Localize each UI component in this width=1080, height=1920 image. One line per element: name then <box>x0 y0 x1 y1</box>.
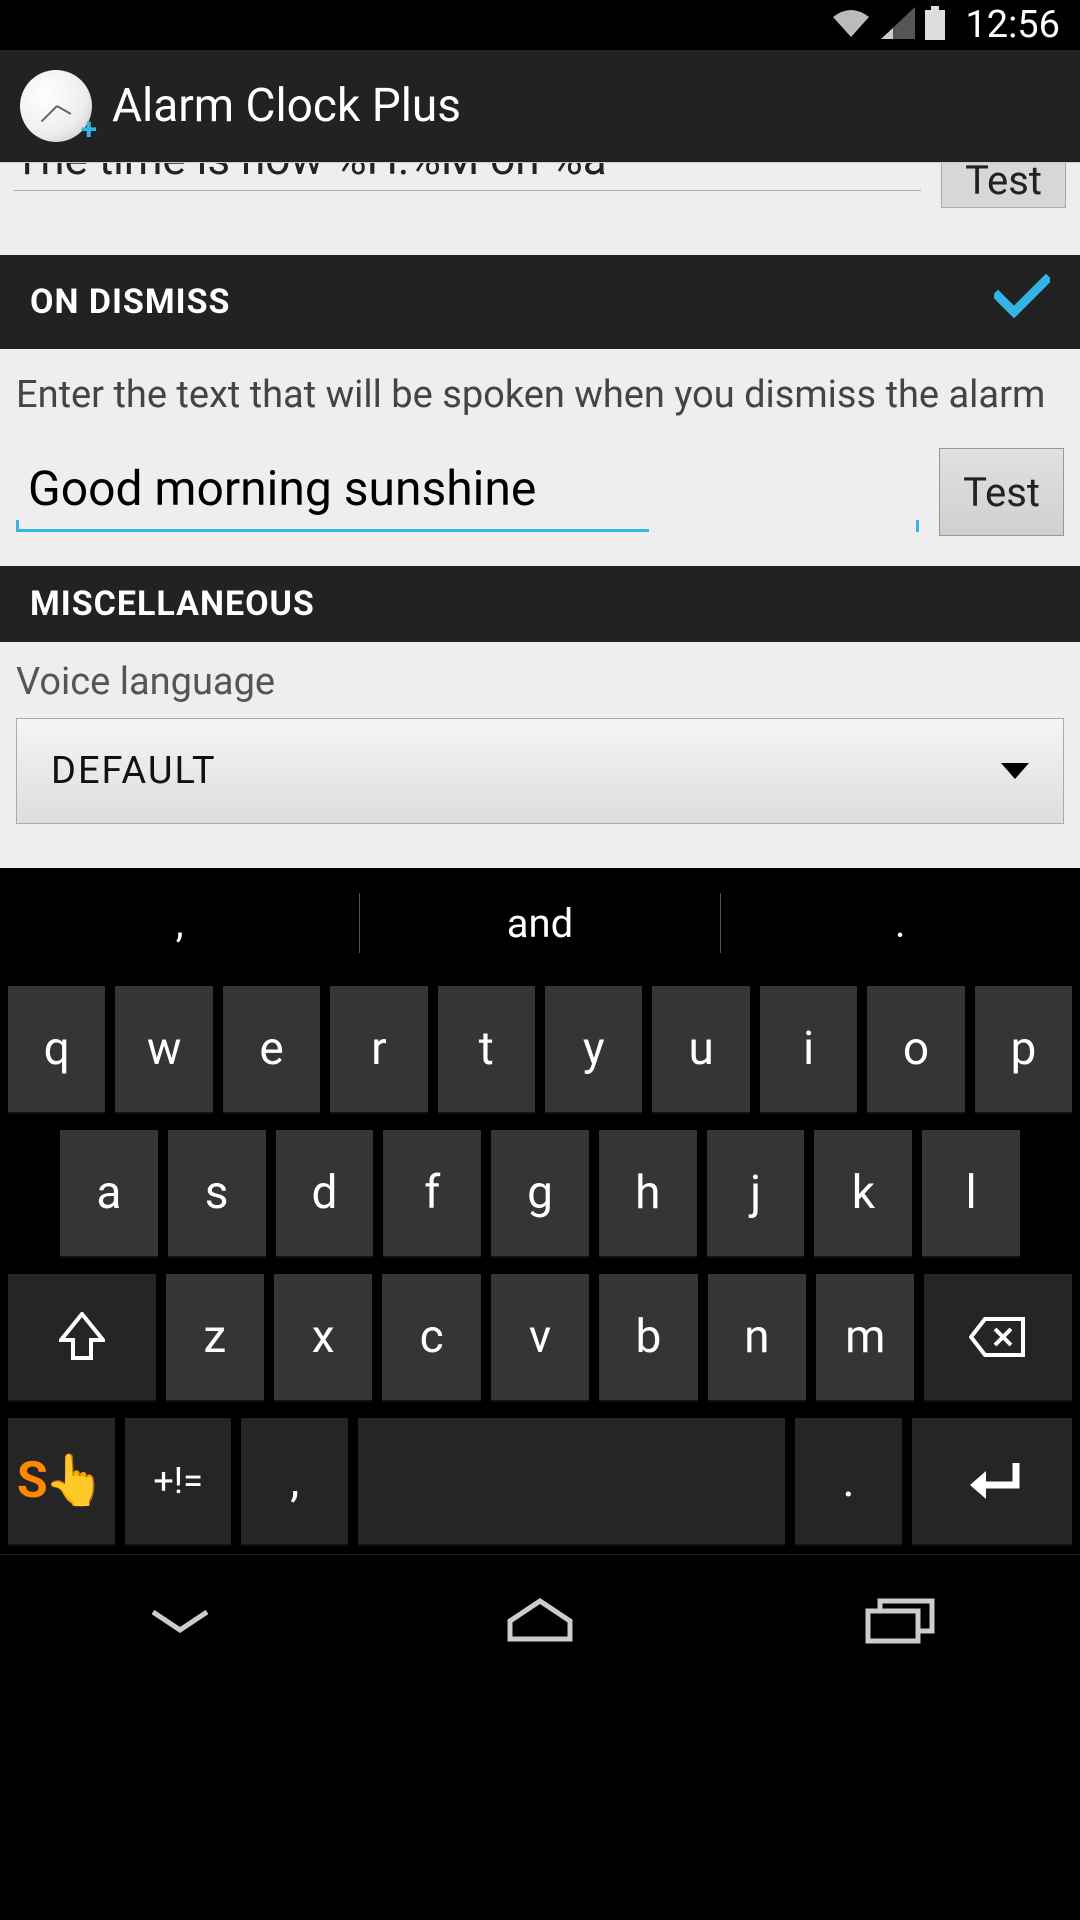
key-r[interactable]: r <box>330 986 427 1114</box>
suggestion-2[interactable]: and <box>360 900 719 947</box>
key-period[interactable]: . <box>795 1418 902 1546</box>
suggestion-3[interactable]: . <box>721 900 1080 947</box>
key-q[interactable]: q <box>8 986 105 1114</box>
key-b[interactable]: b <box>599 1274 697 1402</box>
suggestion-1[interactable]: , <box>0 900 359 947</box>
app-header: + Alarm Clock Plus <box>0 50 1080 162</box>
key-space[interactable] <box>358 1418 785 1546</box>
back-icon <box>145 1600 215 1640</box>
key-a[interactable]: a <box>60 1130 158 1258</box>
test-button-dismiss[interactable]: Test <box>939 448 1064 536</box>
key-comma[interactable]: , <box>241 1418 348 1546</box>
suggestion-bar: , and . <box>0 868 1080 978</box>
app-title: Alarm Clock Plus <box>112 79 461 133</box>
signal-icon <box>881 7 915 43</box>
app-icon: + <box>20 70 92 142</box>
wifi-icon <box>831 7 871 43</box>
nav-home[interactable] <box>495 1590 585 1650</box>
recents-icon <box>862 1595 938 1645</box>
key-d[interactable]: d <box>276 1130 374 1258</box>
ondismiss-description: Enter the text that will be spoken when … <box>16 371 1064 420</box>
voice-language-dropdown[interactable]: DEFAULT <box>16 718 1064 824</box>
dropdown-value: DEFAULT <box>51 749 1001 793</box>
clock-time: 12:56 <box>965 3 1060 47</box>
nav-back[interactable] <box>135 1590 225 1650</box>
voice-language-label: Voice language <box>16 660 1064 704</box>
section-title: ON DISMISS <box>30 282 994 322</box>
home-icon <box>500 1595 580 1645</box>
key-v[interactable]: v <box>491 1274 589 1402</box>
backspace-icon <box>969 1317 1027 1357</box>
ondismiss-body: Enter the text that will be spoken when … <box>0 349 1080 566</box>
enter-icon <box>960 1457 1024 1505</box>
soft-keyboard: , and . q w e r t y u i o p a s d f g h … <box>0 868 1080 1554</box>
key-s[interactable]: s <box>168 1130 266 1258</box>
nav-recents[interactable] <box>855 1590 945 1650</box>
key-f[interactable]: f <box>383 1130 481 1258</box>
key-l[interactable]: l <box>922 1130 1020 1258</box>
key-m[interactable]: m <box>816 1274 914 1402</box>
on-alarm-row-partial: The time is now %H:%M on %a Test <box>0 162 1080 227</box>
status-bar: 12:56 <box>0 0 1080 50</box>
key-row-3: z x c v b n m <box>0 1266 1080 1410</box>
shift-icon <box>59 1312 105 1362</box>
dismiss-text-input[interactable] <box>16 452 649 532</box>
check-icon[interactable] <box>994 273 1050 331</box>
test-button-onalarm[interactable]: Test <box>941 162 1066 208</box>
dismiss-input-wrap[interactable] <box>16 452 919 532</box>
key-row-4: S👆 +!= , . <box>0 1410 1080 1554</box>
key-t[interactable]: t <box>438 986 535 1114</box>
key-e[interactable]: e <box>223 986 320 1114</box>
misc-body: Voice language DEFAULT <box>0 642 1080 838</box>
section-title-misc: MISCELLANEOUS <box>30 584 1050 624</box>
key-o[interactable]: o <box>867 986 964 1114</box>
key-shift[interactable] <box>8 1274 156 1402</box>
on-alarm-input[interactable]: The time is now %H:%M on %a <box>14 162 921 191</box>
key-k[interactable]: k <box>814 1130 912 1258</box>
key-w[interactable]: w <box>115 986 212 1114</box>
key-x[interactable]: x <box>274 1274 372 1402</box>
key-enter[interactable] <box>912 1418 1072 1546</box>
key-p[interactable]: p <box>975 986 1072 1114</box>
key-z[interactable]: z <box>166 1274 264 1402</box>
key-row-1: q w e r t y u i o p <box>0 978 1080 1122</box>
key-g[interactable]: g <box>491 1130 589 1258</box>
content-area: The time is now %H:%M on %a Test ON DISM… <box>0 162 1080 868</box>
chevron-down-icon <box>1001 763 1029 779</box>
section-header-ondismiss: ON DISMISS <box>0 255 1080 349</box>
key-i[interactable]: i <box>760 986 857 1114</box>
swype-icon: S👆 <box>17 1452 106 1510</box>
battery-icon <box>925 6 945 44</box>
key-swype[interactable]: S👆 <box>8 1418 115 1546</box>
key-y[interactable]: y <box>545 986 642 1114</box>
section-header-misc: MISCELLANEOUS <box>0 566 1080 642</box>
key-h[interactable]: h <box>599 1130 697 1258</box>
key-row-2: a s d f g h j k l <box>0 1122 1080 1266</box>
key-backspace[interactable] <box>924 1274 1072 1402</box>
key-n[interactable]: n <box>708 1274 806 1402</box>
key-c[interactable]: c <box>382 1274 480 1402</box>
key-u[interactable]: u <box>652 986 749 1114</box>
key-symbols[interactable]: +!= <box>125 1418 232 1546</box>
key-j[interactable]: j <box>707 1130 805 1258</box>
navigation-bar <box>0 1554 1080 1684</box>
